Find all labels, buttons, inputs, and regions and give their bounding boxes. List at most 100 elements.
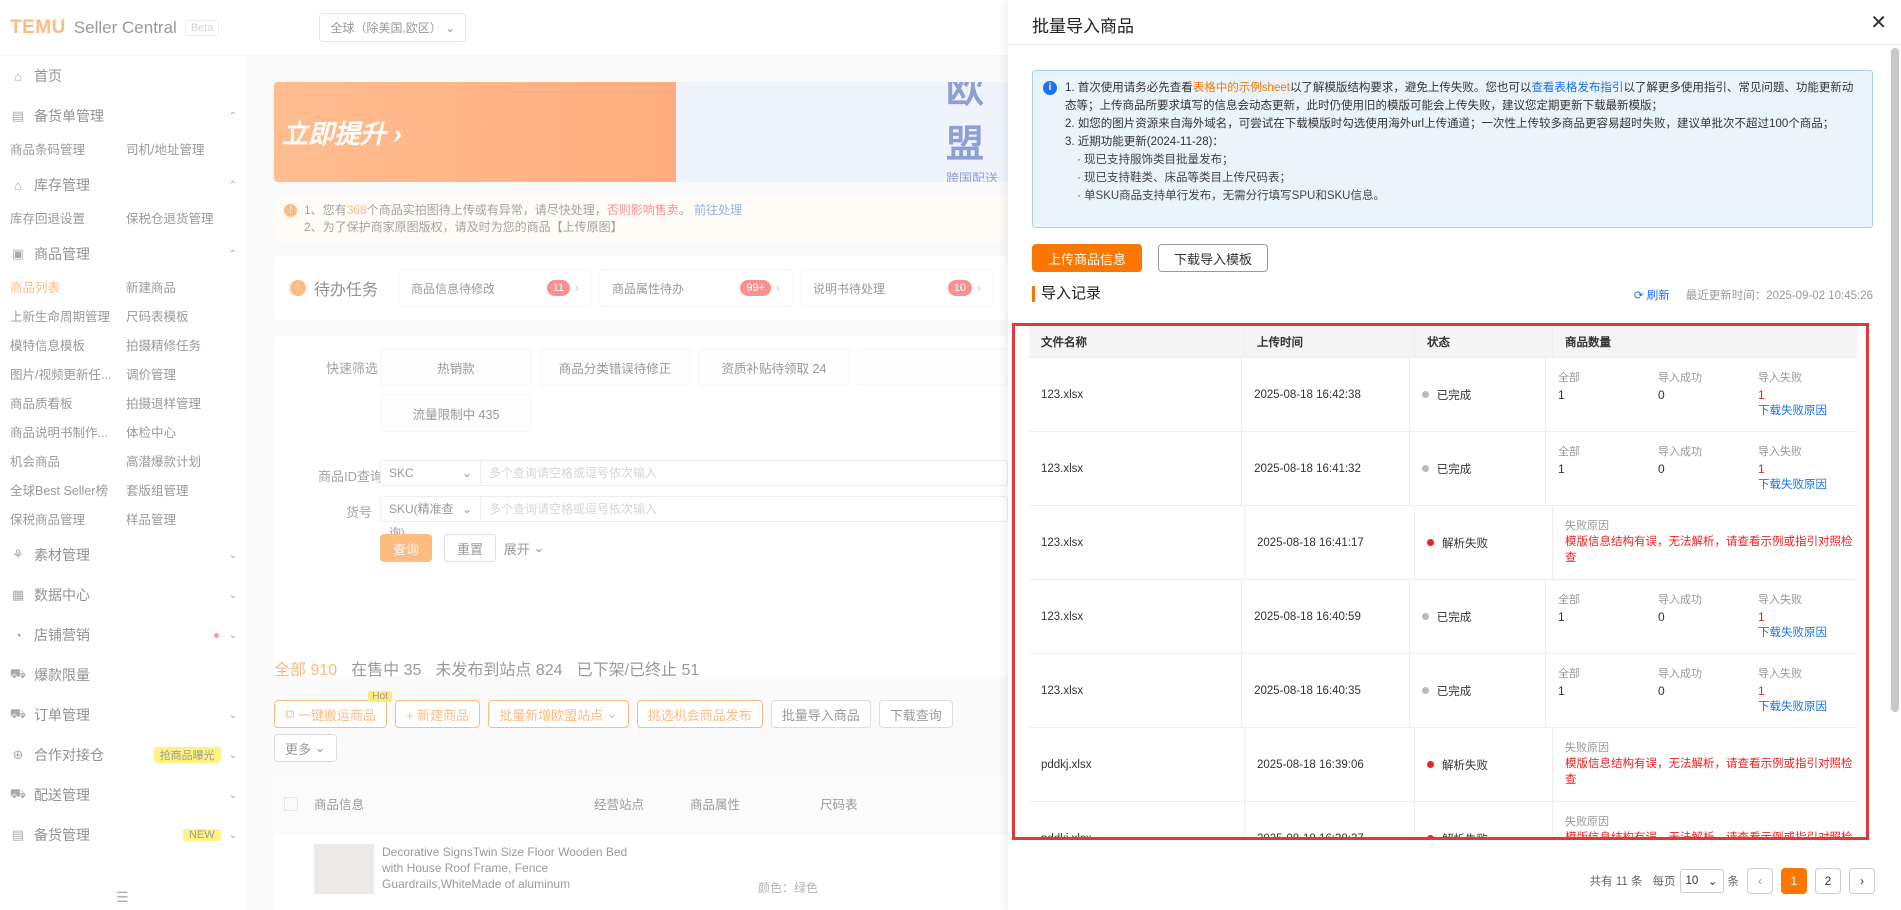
table-row: 123.xlsx 2025-08-18 16:40:59 已完成 全部 1 导入成功 0 导入…: [1029, 580, 1858, 654]
reason-label: 失败原因: [1565, 742, 1609, 754]
total-value: 1: [1558, 461, 1565, 476]
upload-time: 2025-08-18 16:38:37: [1245, 802, 1415, 837]
divider: [1008, 44, 1901, 45]
fail-value: 1: [1758, 683, 1765, 698]
download-fail-reason-link[interactable]: 下载失败原因: [1758, 478, 1858, 493]
prev-page-button[interactable]: ‹: [1747, 868, 1773, 894]
total-value: 1: [1558, 683, 1565, 698]
status-dot: [1421, 465, 1429, 472]
column-header: 文件名称: [1029, 326, 1245, 357]
info-text: 1. 首次使用请务必先查看: [1065, 82, 1193, 94]
column-header: 商品数量: [1565, 336, 1611, 349]
page-button[interactable]: 1: [1781, 868, 1807, 894]
info-sub-2: · 现已支持鞋类、床品等类目上传尺码表；: [1077, 172, 1292, 184]
upload-product-button[interactable]: 上传商品信息: [1032, 244, 1142, 272]
success-label: 导入成功: [1658, 445, 1702, 458]
total-label: 全部: [1558, 371, 1580, 384]
file-name: 123.xlsx: [1029, 432, 1243, 505]
status-dot: [1421, 391, 1429, 398]
table-row: pddkj.xlsx 2025-08-18 16:38:37 解析失败 失败原因 模版信…: [1029, 802, 1858, 840]
table-row: pddkj.xlsx 2025-08-18 16:39:06 解析失败 失败原因 模版信…: [1029, 728, 1858, 802]
modal-mask[interactable]: [0, 0, 1008, 910]
info-line-1: 1. 首次使用请务必先查看表格中的示例sheet以了解模版结构要求，避免上传失败…: [1065, 79, 1860, 115]
success-value: 0: [1658, 683, 1665, 698]
file-name: 123.xlsx: [1029, 506, 1245, 579]
fail-reason: 失败原因模版信息结构有误，无法解析，请查看示例或指引对照检查: [1565, 519, 1855, 566]
status-cell: 解析失败: [1415, 802, 1553, 840]
count-group: 全部 1 导入成功 0 导入失败 1 下载失败原因: [1558, 667, 1858, 715]
table-row: 123.xlsx 2025-08-18 16:41:32 已完成 全部 1 导入成功 0 导入…: [1029, 432, 1858, 506]
fail-reason: 失败原因模版信息结构有误，无法解析，请查看示例或指引对照检查: [1565, 741, 1855, 788]
status-text: 已完成: [1436, 389, 1472, 402]
refresh-button[interactable]: ⟳ 刷新: [1634, 287, 1670, 303]
records-title: 导入记录: [1032, 286, 1101, 302]
download-fail-reason-link[interactable]: 下载失败原因: [1758, 700, 1858, 715]
success-label: 导入成功: [1658, 593, 1702, 606]
column-header: 上传时间: [1245, 326, 1415, 357]
fail-label: 导入失败: [1758, 667, 1802, 680]
count-group: 全部 1 导入成功 0 导入失败 1 下载失败原因: [1558, 445, 1858, 493]
status-text: 解析失败: [1442, 833, 1488, 840]
count-group: 全部 1 导入成功 0 导入失败 1 下载失败原因: [1558, 371, 1858, 419]
last-update-time: 最近更新时间：2025-09-02 10:45:26: [1685, 290, 1873, 302]
info-icon: i: [1043, 81, 1057, 95]
fail-reason: 失败原因模版信息结构有误，无法解析，请查看示例或指引对照检查: [1565, 815, 1855, 840]
close-icon[interactable]: ✕: [1870, 10, 1887, 35]
status-dot: [1427, 539, 1434, 546]
refresh-area: ⟳ 刷新 最近更新时间：2025-09-02 10:45:26: [1634, 287, 1873, 303]
quantity-cell: 失败原因模版信息结构有误，无法解析，请查看示例或指引对照检查: [1553, 506, 1858, 579]
reason-text: 模版信息结构有误，无法解析，请查看示例或指引对照检查: [1565, 536, 1853, 564]
example-sheet-link[interactable]: 表格中的示例sheet: [1193, 82, 1290, 94]
file-name: 123.xlsx: [1029, 580, 1243, 653]
status-dot: [1421, 613, 1429, 620]
page-size-select[interactable]: 10 ⌄: [1679, 869, 1724, 893]
quantity-cell: 全部 1 导入成功 0 导入失败 1 下载失败原因: [1546, 580, 1858, 653]
success-value: 0: [1658, 609, 1665, 624]
records-table: 文件名称 上传时间 状态 商品数量 123.xlsx 2025-08-18 16:…: [1029, 326, 1858, 840]
info-sub-1: · 现已支持服饰类目批量发布；: [1077, 154, 1234, 166]
success-value: 0: [1658, 387, 1665, 402]
download-fail-reason-link[interactable]: 下载失败原因: [1758, 626, 1858, 641]
drawer-title: 批量导入商品: [1032, 17, 1134, 36]
guide-link[interactable]: 查看表格发布指引: [1531, 82, 1623, 94]
quantity-cell: 全部 1 导入成功 0 导入失败 1 下载失败原因: [1546, 432, 1858, 505]
column-header: 状态: [1415, 326, 1553, 357]
file-name: pddkj.xlsx: [1029, 728, 1245, 801]
records-table-highlight: 文件名称 上传时间 状态 商品数量 123.xlsx 2025-08-18 16:…: [1012, 323, 1869, 840]
upload-time: 2025-08-18 16:39:06: [1245, 728, 1415, 801]
drawer-scrollbar[interactable]: [1891, 48, 1899, 712]
quantity-cell: 失败原因模版信息结构有误，无法解析，请查看示例或指引对照检查: [1553, 728, 1858, 801]
page-button[interactable]: 2: [1815, 868, 1841, 894]
pager-unit: 条: [1727, 876, 1740, 888]
table-row: 123.xlsx 2025-08-18 16:42:38 已完成 全部 1 导入成功 0 导入…: [1029, 358, 1858, 432]
download-fail-reason-link[interactable]: 下载失败原因: [1758, 404, 1858, 419]
status-cell: 解析失败: [1415, 728, 1553, 801]
success-label: 导入成功: [1658, 371, 1702, 384]
pager-total: 共有 11 条: [1589, 876, 1643, 888]
pager-per-label: 每页: [1652, 876, 1676, 888]
reason-text: 模版信息结构有误，无法解析，请查看示例或指引对照检查: [1565, 832, 1853, 840]
success-value: 0: [1658, 461, 1665, 476]
status-cell: 已完成: [1410, 432, 1546, 505]
fail-label: 导入失败: [1758, 371, 1802, 384]
fail-value: 1: [1758, 461, 1765, 476]
records-table-header: 文件名称 上传时间 状态 商品数量: [1029, 326, 1858, 358]
upload-time: 2025-08-18 16:41:17: [1245, 506, 1415, 579]
pagination: 共有 11 条 每页 10 ⌄ 条 ‹ 1 2 ›: [1590, 868, 1875, 894]
status-text: 已完成: [1436, 685, 1472, 698]
reason-label: 失败原因: [1565, 816, 1609, 828]
count-group: 全部 1 导入成功 0 导入失败 1 下载失败原因: [1558, 593, 1858, 641]
next-page-button[interactable]: ›: [1849, 868, 1875, 894]
download-template-button[interactable]: 下载导入模板: [1158, 244, 1268, 272]
info-line-2: 2. 如您的图片资源来自海外域名，可尝试在下载模版时勾选使用海外url上传通道；…: [1065, 118, 1835, 130]
upload-time: 2025-08-18 16:42:38: [1242, 358, 1410, 431]
status-text: 已完成: [1436, 463, 1472, 476]
total-value: 1: [1558, 609, 1565, 624]
chevron-down-icon: ⌄: [1707, 876, 1718, 888]
status-dot: [1427, 835, 1434, 837]
quantity-cell: 全部 1 导入成功 0 导入失败 1 下载失败原因: [1546, 654, 1858, 727]
reason-label: 失败原因: [1565, 520, 1609, 532]
status-cell: 已完成: [1410, 358, 1546, 431]
page-size-value: 10: [1685, 875, 1699, 887]
table-row: 123.xlsx 2025-08-18 16:40:35 已完成 全部 1 导入成功 0 导入…: [1029, 654, 1858, 728]
